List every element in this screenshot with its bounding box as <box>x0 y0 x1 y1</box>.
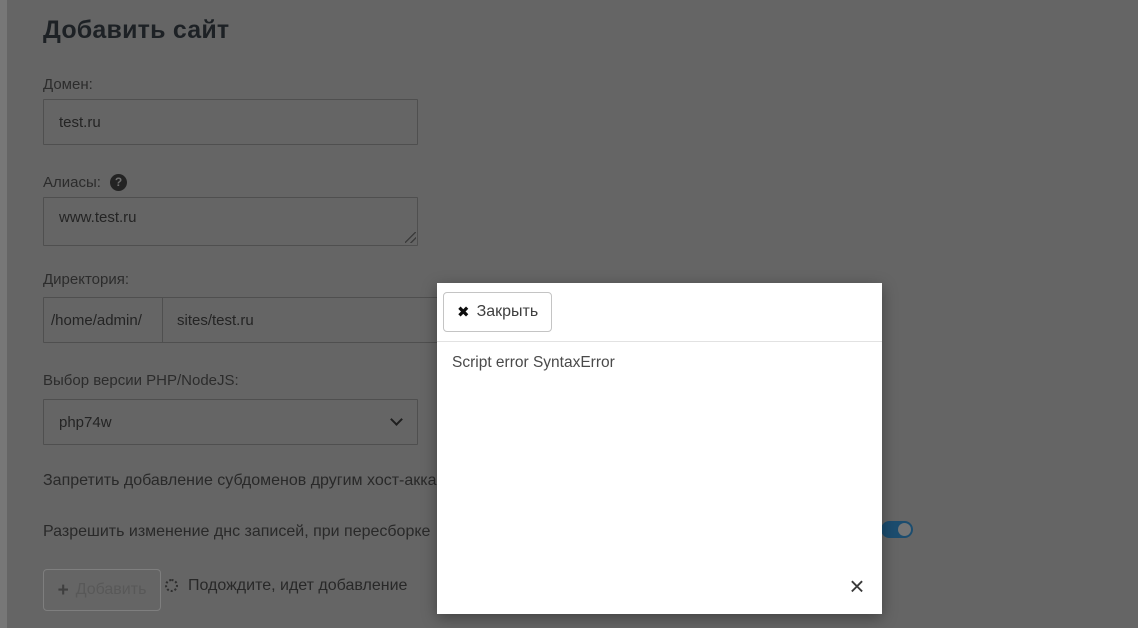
aliases-textarea[interactable]: www.test.ru <box>43 197 418 246</box>
add-site-button-label: Добавить <box>75 581 147 598</box>
aliases-textarea-wrap: www.test.ru <box>43 197 418 246</box>
error-modal: ✖ Закрыть × Script error SyntaxError <box>437 283 882 614</box>
directory-prefix: /home/admin/ <box>44 298 163 342</box>
php-version-select-wrap: php74w <box>43 399 418 445</box>
modal-body-text: Script error SyntaxError <box>452 354 615 371</box>
plus-icon: + <box>57 579 69 601</box>
directory-label: Директория: <box>43 271 130 288</box>
question-circle-icon[interactable]: ? <box>110 174 127 191</box>
add-site-page: Добавить сайт Домен: Алиасы: ? www.test.… <box>0 0 1138 628</box>
x-bold-icon: ✖ <box>457 303 470 321</box>
php-version-label: Выбор версии PHP/NodeJS: <box>43 372 239 389</box>
toggle-knob <box>898 523 911 536</box>
page-edge-strip <box>0 0 7 628</box>
progress-text: Подождите, идет добавление <box>188 577 408 594</box>
aliases-label: Алиасы: <box>43 174 101 191</box>
modal-header: ✖ Закрыть <box>437 283 882 342</box>
php-version-select[interactable]: php74w <box>43 399 418 445</box>
page-title: Добавить сайт <box>43 16 230 44</box>
deny-subdomains-text: Запретить добавление субдоменов другим х… <box>43 472 437 489</box>
domain-input[interactable] <box>43 99 418 145</box>
close-icon[interactable]: × <box>843 572 871 600</box>
spinner-icon <box>165 579 178 592</box>
modal-close-button-label: Закрыть <box>476 303 539 320</box>
allow-dns-text: Разрешить изменение днс записей, при пер… <box>43 523 431 540</box>
modal-close-button[interactable]: ✖ Закрыть <box>443 292 553 332</box>
allow-dns-toggle[interactable] <box>881 521 913 538</box>
add-site-button[interactable]: + Добавить <box>43 569 161 611</box>
domain-label: Домен: <box>43 76 93 93</box>
